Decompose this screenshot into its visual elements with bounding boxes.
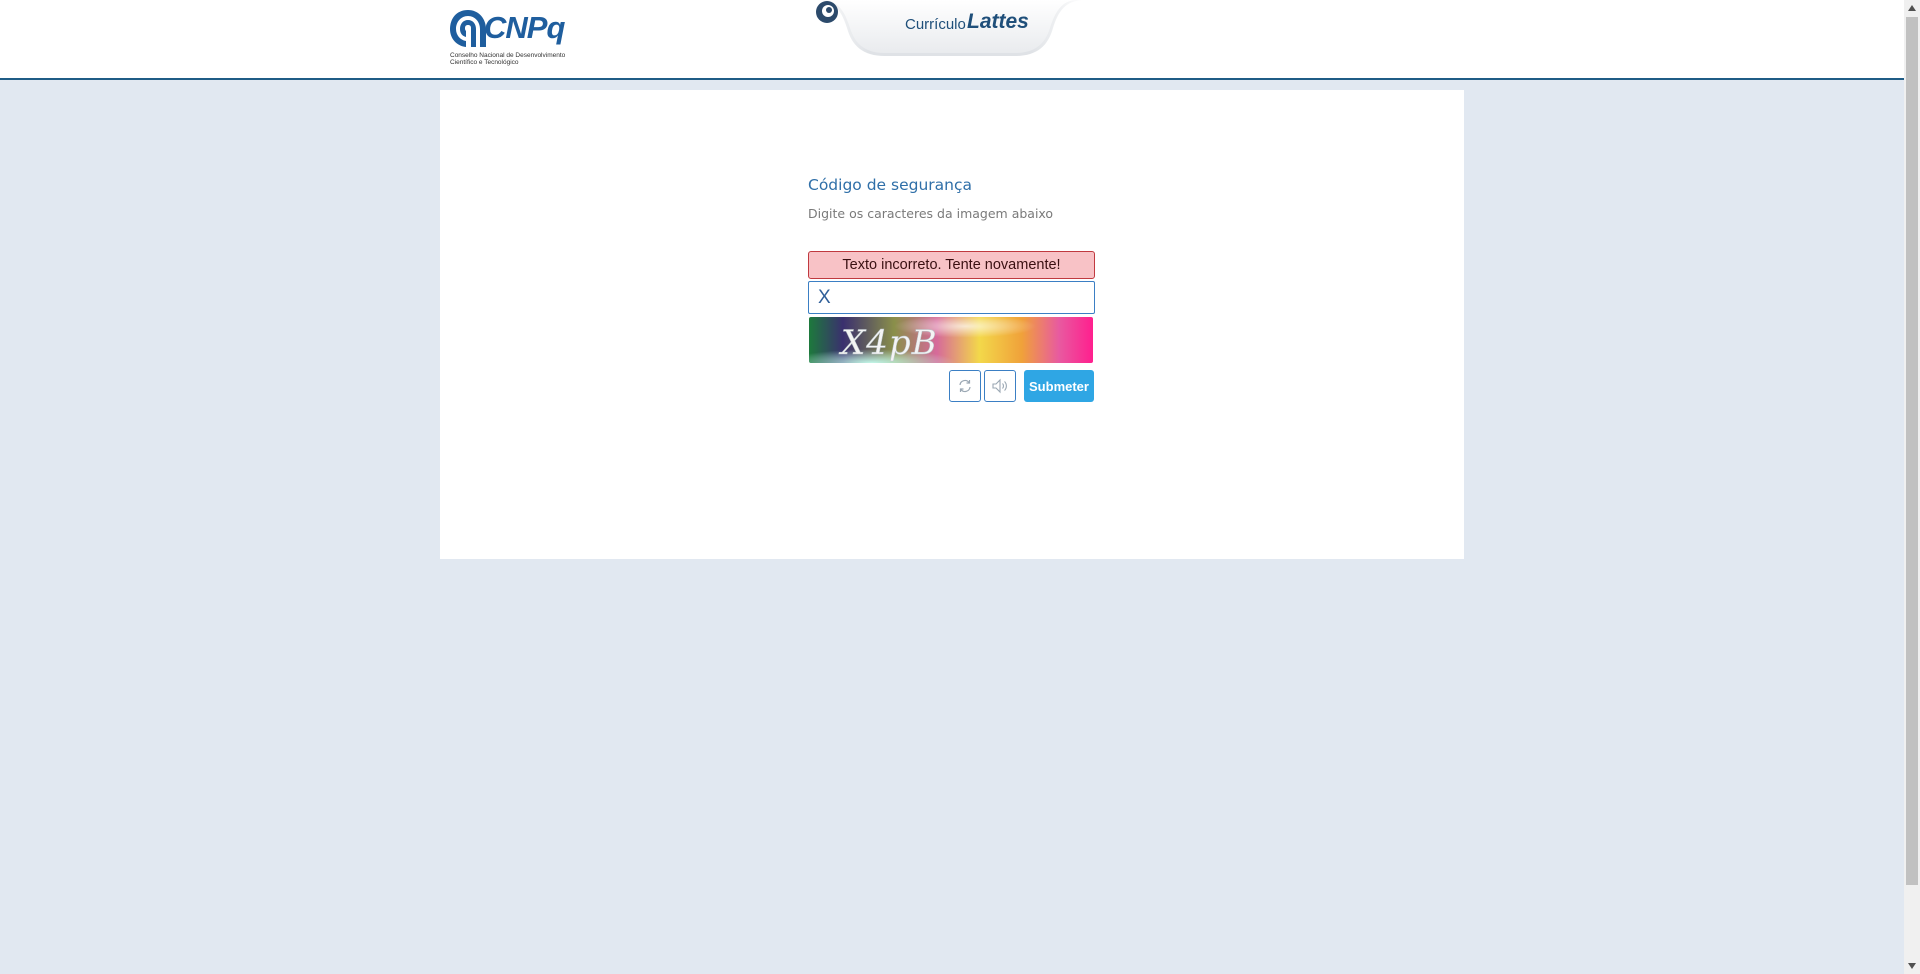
captcha-instructions: Digite os caracteres da imagem abaixo <box>808 206 1054 221</box>
error-message: Texto incorreto. Tente novamente! <box>842 257 1061 273</box>
scroll-up-arrow[interactable] <box>1904 0 1920 16</box>
captcha-image-graphic: X4pB <box>809 317 1093 363</box>
curriculo-label: Currículo <box>905 16 966 33</box>
scroll-down-arrow[interactable] <box>1904 958 1920 974</box>
cnpq-subtitle-line1: Conselho Nacional de Desenvolvimento <box>450 52 566 59</box>
captcha-input[interactable] <box>808 281 1095 314</box>
page-header: CNPq Conselho Nacional de Desenvolviment… <box>0 0 1904 80</box>
curriculo-lattes-banner[interactable]: Currículo Lattes <box>815 0 1085 58</box>
captcha-title: Código de segurança <box>808 176 972 194</box>
audio-captcha-button[interactable] <box>984 370 1016 402</box>
cnpq-logo[interactable]: CNPq Conselho Nacional de Desenvolviment… <box>448 8 576 70</box>
captcha-image: X4pB <box>809 317 1093 363</box>
triangle-down-icon <box>1908 963 1916 969</box>
error-alert: Texto incorreto. Tente novamente! <box>808 251 1095 279</box>
captcha-image-text: X4pB <box>838 323 938 363</box>
vertical-scrollbar[interactable] <box>1904 0 1920 974</box>
triangle-up-icon <box>1908 5 1916 11</box>
refresh-icon <box>959 379 971 393</box>
submit-button[interactable]: Submeter <box>1024 370 1094 402</box>
cnpq-wordmark: CNPq <box>484 10 565 45</box>
speaker-icon <box>992 378 1007 394</box>
lattes-logo-icon <box>816 1 838 23</box>
scrollbar-thumb[interactable] <box>1906 17 1918 885</box>
cnpq-subtitle: Conselho Nacional de Desenvolvimento Cie… <box>450 52 580 66</box>
cnpq-subtitle-line2: Científico e Tecnológico <box>450 59 519 66</box>
refresh-captcha-button[interactable] <box>949 370 981 402</box>
cnpq-emblem-icon <box>450 10 486 47</box>
lattes-label: Lattes <box>967 10 1029 33</box>
